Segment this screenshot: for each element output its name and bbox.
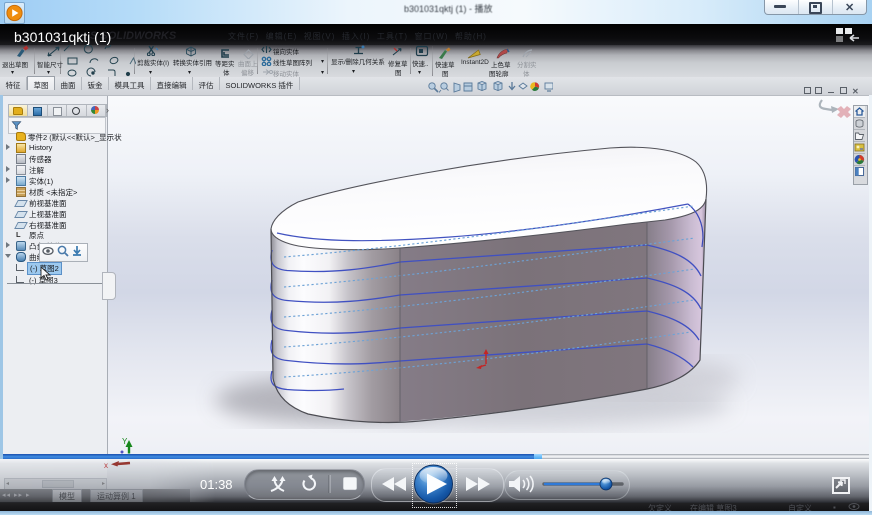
svg-text:x: x (104, 461, 108, 470)
svg-text:Y: Y (122, 437, 128, 446)
